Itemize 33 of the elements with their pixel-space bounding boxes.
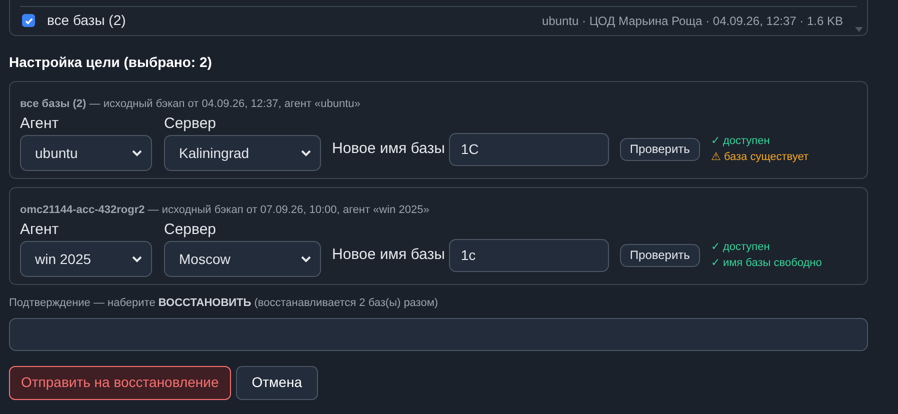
input-field[interactable]: 1c xyxy=(448,238,609,272)
confirmation-field[interactable] xyxy=(9,318,868,350)
chevron-down-icon xyxy=(301,150,311,156)
dropdown[interactable]: Moscow xyxy=(164,241,321,277)
target-caption: все базы (2) — исходный бэкап от 04.09.26, 12:37, агент «ubuntu» xyxy=(20,97,362,111)
confirmation-label: Подтверждение — наберите ВОССТАНОВИТЬ (восстанавливается 2 баз(ы) разом) xyxy=(9,296,440,311)
backup-meta: ubuntu · ЦОД Марьина Роща · 04.09.26, 12:37 · 1.6 KB xyxy=(542,12,843,30)
dropdown[interactable]: win 2025 xyxy=(20,241,152,277)
check-button[interactable]: Проверить xyxy=(620,244,700,266)
status-text: ✓ доступен xyxy=(710,134,771,149)
status-text: ✓ имя базы свободно xyxy=(710,256,822,271)
field-label: Сервер xyxy=(164,221,218,239)
dropdown[interactable]: Kaliningrad xyxy=(164,135,321,171)
field-label: Сервер xyxy=(164,115,218,133)
target-caption: omc21144-acc-432rogr2 — исходный бэкап от 07.09.26, 10:00, агент «win 2025» xyxy=(20,203,430,217)
field-label: Новое имя базы xyxy=(332,138,445,159)
backup-label: все базы (2) xyxy=(47,11,126,30)
check-button[interactable]: Проверить xyxy=(620,138,700,160)
cancel-button[interactable]: Отмена xyxy=(236,366,318,400)
submit-button[interactable]: Отправить на восстановление xyxy=(9,366,231,400)
field-label: Агент xyxy=(20,221,60,239)
section-heading: Настройка цели (выбрано: 2) xyxy=(9,53,213,72)
input-field[interactable]: 1C xyxy=(448,132,609,166)
chevron-down-icon xyxy=(132,150,142,156)
status-text: ⚠ база существует xyxy=(710,150,809,165)
dropdown[interactable]: ubuntu xyxy=(20,135,152,171)
field-label: Новое имя базы xyxy=(332,244,445,265)
field-label: Агент xyxy=(20,115,60,133)
checkbox[interactable] xyxy=(22,14,35,27)
status-text: ✓ доступен xyxy=(710,240,771,255)
chevron-down-icon xyxy=(301,256,311,262)
chevron-down-icon xyxy=(132,256,142,262)
scroll-down-icon[interactable] xyxy=(855,27,863,32)
